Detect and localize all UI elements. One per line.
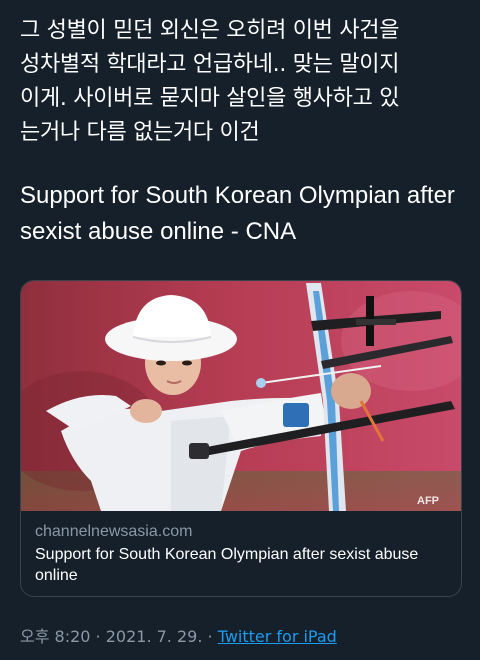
tweet-text: 그 성별이 믿던 외신은 오히려 이번 사건을 성차별적 학대라고 언급하네..… bbox=[20, 18, 400, 145]
link-preview-card[interactable]: AFP channelnewsasia.com Support for Sout… bbox=[20, 280, 462, 597]
tweet-source-link[interactable]: Twitter for iPad bbox=[218, 627, 337, 646]
quoted-article-title: Support for South Korean Olympian after … bbox=[20, 182, 455, 245]
card-title: Support for South Korean Olympian after … bbox=[35, 546, 419, 584]
card-domain: channelnewsasia.com bbox=[35, 523, 193, 540]
meta-separator-2: · bbox=[202, 627, 218, 646]
tweet-time: 오후 8:20 bbox=[20, 627, 91, 646]
tweet-date: 2021. 7. 29. bbox=[105, 627, 203, 646]
tweet-metadata: 오후 8:20 · 2021. 7. 29. · Twitter for iPa… bbox=[20, 626, 337, 648]
meta-separator: · bbox=[90, 627, 106, 646]
image-watermark: AFP bbox=[417, 495, 439, 507]
article-photo-archer: AFP bbox=[21, 281, 461, 511]
card-info: channelnewsasia.com Support for South Ko… bbox=[35, 521, 449, 586]
